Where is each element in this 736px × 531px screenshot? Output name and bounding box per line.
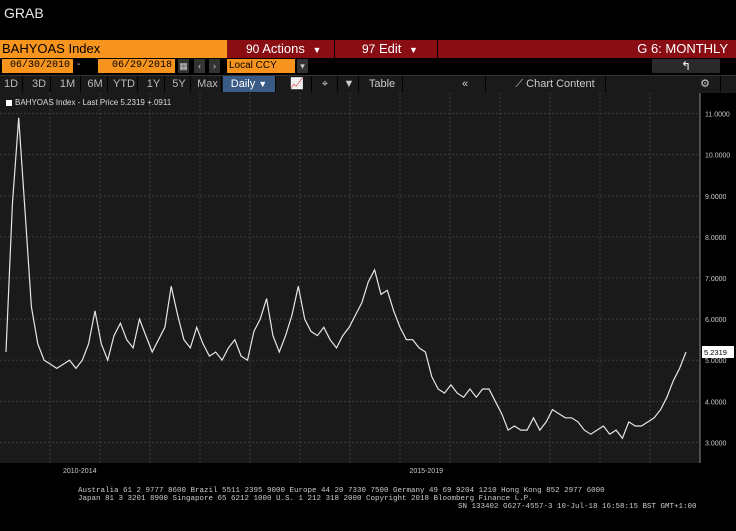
x-tick-label: 2015-2019 [410,468,444,475]
period-1m[interactable]: 1M [55,76,81,92]
currency-dropdown-icon[interactable]: ▾ [297,59,308,73]
footer-session-line: SN 133402 G627-4557-3 10-Jul-18 16:58:15… [458,503,697,511]
chevron-down-icon: ▼ [409,45,418,55]
calendar-icon[interactable]: ▦ [178,59,189,73]
graph-title: G 6: MONTHLY [637,41,728,56]
edit-number: 97 [362,42,376,56]
back-button[interactable]: ↰ [652,59,720,73]
command-bar: BAHYOAS Index 90 Actions ▼ 97 Edit ▼ G 6… [0,40,736,58]
legend-text: BAHYOAS Index - Last Price 5.2319 +.0911 [15,98,172,107]
period-6m[interactable]: 6M [83,76,108,92]
chevron-down-icon: ▼ [258,79,268,89]
actions-label: Actions [262,41,305,56]
prev-arrow-icon[interactable]: ‹ [194,59,205,73]
chevron-down-icon: ▼ [312,45,322,55]
start-date-field[interactable]: 06/30/2010 [2,59,73,73]
frequency-select[interactable]: Daily ▼ [223,76,276,92]
line-chart-icon[interactable]: 📈 [283,76,312,92]
footer-contacts-line2: Japan 81 3 3201 8900 Singapore 65 6212 1… [78,495,533,503]
period-ytd[interactable]: YTD [111,76,138,92]
y-tick-label: 10.0000 [705,153,730,160]
currency-select[interactable]: Local CCY [227,59,295,73]
date-range-bar: 06/30/2010 - 06/29/2018 ▦ ‹ › Local CCY … [0,58,736,75]
chart-legend: BAHYOAS Index - Last Price 5.2319 +.0911 [6,98,171,107]
period-5y[interactable]: 5Y [168,76,191,92]
y-tick-label: 3.0000 [705,440,727,447]
actions-number: 90 [246,42,260,56]
y-tick-label: 7.0000 [705,276,727,283]
table-button[interactable]: Table [362,76,403,92]
frequency-label: Daily [230,78,256,90]
period-1y[interactable]: 1Y [143,76,165,92]
footer-contacts-line1: Australia 61 2 9777 8600 Brazil 5511 239… [78,487,605,495]
window-title: GRAB [4,5,44,21]
price-chart[interactable]: 11.0000 10.0000 9.0000 8.0000 7.0000 6.0000 5.… [0,93,736,485]
y-tick-label: 6.0000 [705,317,727,324]
y-tick-label: 11.0000 [705,112,730,119]
y-tick-label: 5.0000 [705,358,727,365]
date-dash: - [77,59,81,70]
back-arrow-icon: ↰ [680,59,692,73]
gear-icon[interactable]: ⚙ [690,76,721,92]
end-date-field[interactable]: 06/29/2018 [98,59,175,73]
chart-content-icon: ⟋ [515,78,524,90]
next-arrow-icon[interactable]: › [209,59,220,73]
chart-content-button[interactable]: ⟋ Chart Content [505,76,606,92]
chart-content-label: Chart Content [526,78,595,90]
edit-menu[interactable]: 97 Edit ▼ [362,40,418,58]
actions-menu[interactable]: 90 Actions ▼ [246,40,321,58]
last-value-label: 5.2319 [704,348,727,357]
y-tick-label: 9.0000 [705,194,727,201]
menu-divider [437,40,438,58]
menu-divider [334,40,335,58]
period-toolbar: 1D 3D 1M 6M YTD 1Y 5Y Max Daily ▼ 📈 ⌖ ▼ … [0,75,736,93]
collapse-icon[interactable]: « [445,76,486,92]
y-tick-label: 8.0000 [705,235,727,242]
window-title-bar: GRAB [0,0,736,40]
period-3d[interactable]: 3D [28,76,51,92]
y-tick-label: 4.0000 [705,399,727,406]
period-max[interactable]: Max [194,76,222,92]
chevron-down-icon[interactable]: ▼ [340,76,359,92]
ticker-field[interactable]: BAHYOAS Index [0,40,227,58]
footer: Australia 61 2 9777 8600 Brazil 5511 239… [0,485,736,531]
x-tick-label: 2010-2014 [63,468,97,475]
crosshair-icon[interactable]: ⌖ [313,76,338,92]
legend-swatch [6,99,12,106]
period-1d[interactable]: 1D [0,76,23,92]
edit-label: Edit [378,41,402,56]
